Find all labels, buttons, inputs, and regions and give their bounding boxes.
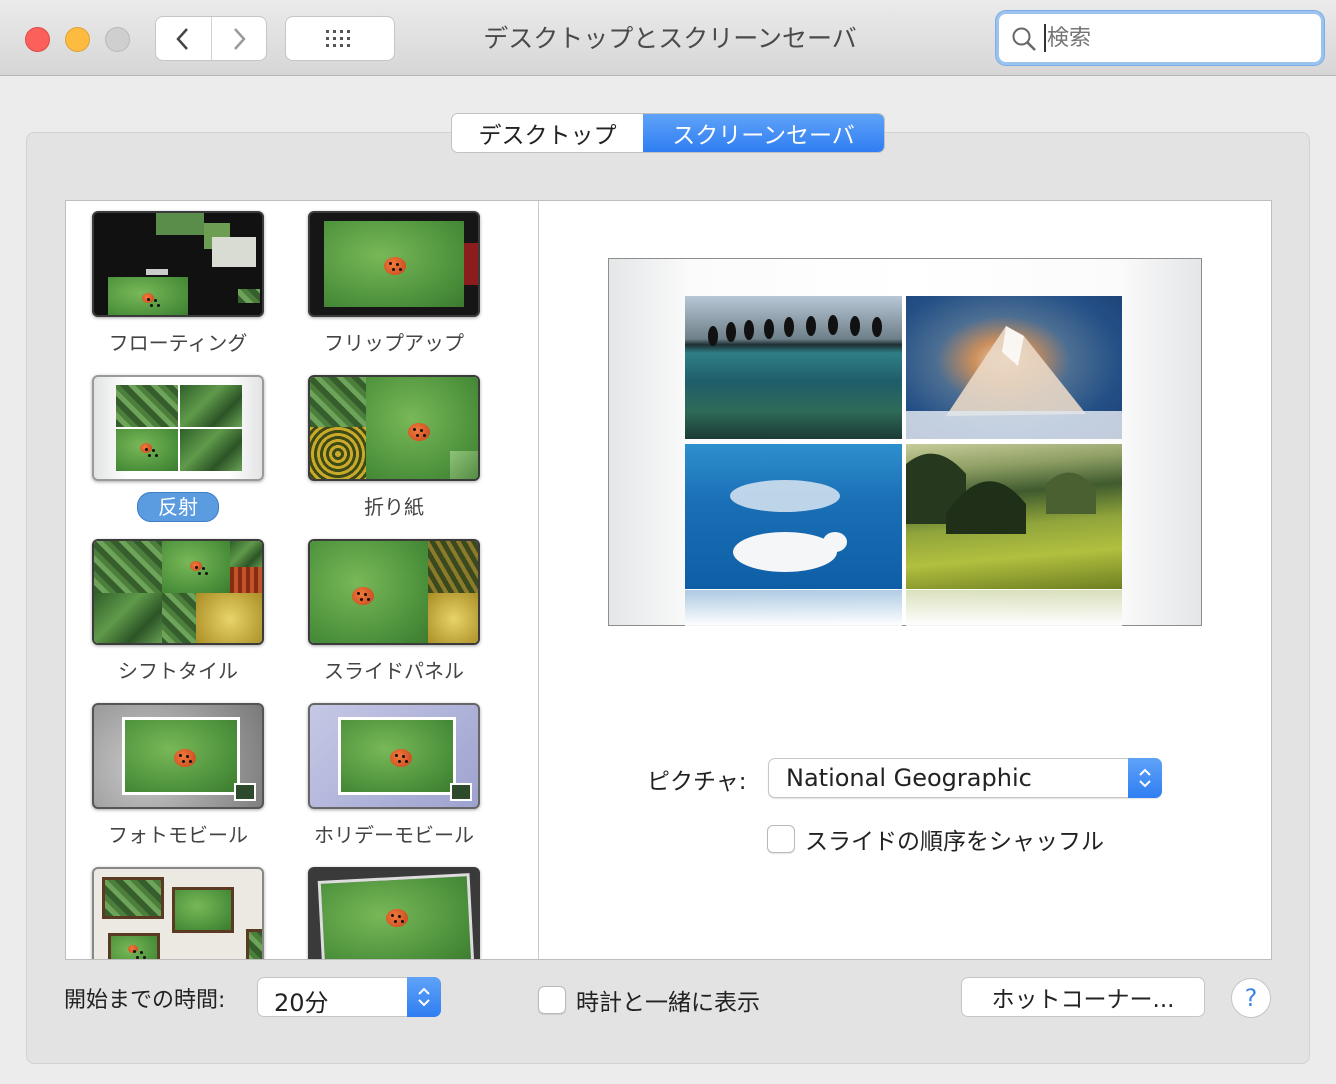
search-icon: [1012, 27, 1036, 51]
back-forward-control: [155, 16, 267, 61]
screensaver-thumbnail: [308, 867, 480, 959]
screensaver-thumbnail: [92, 375, 264, 481]
window-title: デスクトップとスクリーンセーバ: [483, 24, 857, 53]
preview-photo-fields: [906, 444, 1122, 589]
penguins-illustration: [708, 315, 882, 346]
screensaver-item-flipup[interactable]: フリップアップ: [308, 211, 480, 357]
close-window-button[interactable]: [25, 27, 50, 52]
picture-label: ピクチャ:: [647, 769, 747, 795]
picture-source-value: National Geographic: [786, 764, 1032, 792]
show-clock-label: 時計と一緒に表示: [576, 990, 760, 1016]
grid-icon: [326, 29, 350, 47]
screensaver-item-shifting-tiles[interactable]: シフトタイル: [92, 539, 264, 685]
screensaver-thumbnail: [308, 211, 480, 317]
tab-desktop[interactable]: デスクトップ: [452, 114, 643, 152]
start-after-value: 20分: [274, 989, 329, 1017]
screensaver-label: シフトタイル: [118, 659, 238, 683]
screensaver-thumbnail: [92, 867, 264, 959]
search-field[interactable]: [996, 11, 1324, 65]
chevron-left-icon: [176, 27, 189, 50]
picture-source-popup[interactable]: National Geographic: [768, 758, 1162, 798]
search-input[interactable]: [1047, 22, 1307, 54]
mountain-illustration: [906, 326, 1122, 439]
help-button[interactable]: ?: [1231, 978, 1271, 1018]
minimize-window-button[interactable]: [65, 27, 90, 52]
zoom-window-button[interactable]: [105, 27, 130, 52]
start-after-label: 開始までの時間:: [64, 988, 226, 1013]
hot-corners-button[interactable]: ホットコーナー...: [961, 977, 1205, 1017]
preview-reflection-left: [685, 590, 902, 626]
screensaver-label: フローティング: [108, 331, 248, 355]
screensaver-item-vintage-prints[interactable]: [92, 867, 264, 959]
chevron-right-icon: [233, 27, 246, 50]
hills-illustration: [906, 453, 1096, 534]
show-clock-option[interactable]: 時計と一緒に表示: [538, 983, 760, 1017]
screensaver-label: 折り紙: [364, 495, 424, 519]
screensaver-thumbnail: [308, 539, 480, 645]
screensaver-item-photo-mobile[interactable]: フォトモビール: [92, 703, 264, 849]
screensaver-item-reflections[interactable]: 反射: [92, 375, 264, 522]
tab-screensaver[interactable]: スクリーンセーバ: [643, 114, 884, 152]
screensaver-thumbnail: [92, 211, 264, 317]
screensaver-label: 反射: [92, 492, 264, 522]
preview-photo-mountain: [906, 296, 1122, 439]
preview-photo-polar-bear: [685, 444, 902, 589]
shuffle-label: スライドの順序をシャッフル: [805, 829, 1104, 855]
preview-photo-penguins: [685, 296, 902, 439]
tab-bar: デスクトップ スクリーンセーバ: [451, 113, 885, 153]
show-all-button[interactable]: [285, 16, 395, 61]
popup-arrows: [407, 977, 441, 1017]
screensaver-thumbnail: [92, 539, 264, 645]
screensaver-thumbnail: [92, 703, 264, 809]
screensaver-label: フォトモビール: [108, 823, 248, 847]
screensaver-item-sliding-panels[interactable]: スライドパネル: [308, 539, 480, 685]
preview-reflection-right: [906, 590, 1122, 626]
start-after-popup[interactable]: 20分: [257, 977, 441, 1017]
title-bar: デスクトップとスクリーンセーバ: [0, 0, 1336, 76]
shuffle-checkbox[interactable]: [767, 825, 795, 853]
screensaver-label: スライドパネル: [324, 659, 464, 683]
screensaver-item-holiday-mobile[interactable]: ホリデーモビール: [308, 703, 480, 849]
popup-arrows: [1128, 758, 1162, 798]
polar-bear-illustration: [730, 480, 847, 572]
up-down-chevron-icon: [418, 987, 430, 1007]
back-button[interactable]: [156, 17, 211, 60]
screensaver-label: フリップアップ: [324, 331, 464, 355]
screensaver-item-ken-burns[interactable]: [308, 867, 480, 959]
shuffle-option[interactable]: スライドの順序をシャッフル: [767, 822, 1104, 856]
screensaver-list[interactable]: フローティング フリップアップ 反射 折り紙 シフトタイル スライドパネル フォ…: [65, 200, 539, 960]
screensaver-item-floating[interactable]: フローティング: [92, 211, 264, 357]
forward-button[interactable]: [210, 17, 267, 60]
text-caret: [1044, 24, 1046, 52]
screensaver-item-origami[interactable]: 折り紙: [308, 375, 480, 521]
up-down-chevron-icon: [1139, 768, 1151, 788]
screensaver-label: ホリデーモビール: [314, 823, 474, 847]
screensaver-thumbnail: [308, 703, 480, 809]
screensaver-thumbnail: [308, 375, 480, 481]
show-clock-checkbox[interactable]: [538, 986, 566, 1014]
